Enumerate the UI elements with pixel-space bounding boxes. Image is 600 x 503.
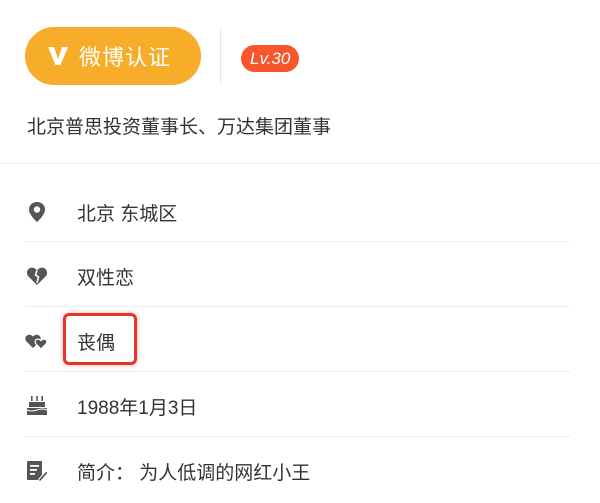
- weibo-verification-button[interactable]: 微博认证: [25, 27, 201, 85]
- relationship-heart-icon: [25, 329, 49, 353]
- level-badge[interactable]: Lv.30: [241, 45, 300, 72]
- info-row-birthday: 1988年1月3日: [25, 374, 570, 438]
- vertical-divider: [220, 28, 221, 84]
- birthday-cake-icon: [25, 394, 49, 418]
- row-divider: [25, 241, 570, 242]
- orientation-heart-icon: [25, 264, 49, 288]
- location-text: 北京 东城区: [77, 203, 178, 225]
- info-row-location: 北京 东城区: [25, 180, 570, 244]
- highlight-box: [63, 313, 137, 365]
- row-divider: [25, 306, 570, 307]
- verification-label: 微博认证: [79, 45, 172, 70]
- profile-description: 北京普思投资董事长、万达集团董事: [27, 117, 332, 138]
- row-divider: [25, 436, 570, 437]
- row-divider: [25, 371, 570, 372]
- intro-text: 简介： 为人低调的网红小王: [77, 462, 311, 484]
- info-row-intro: 简介： 为人低调的网红小王: [25, 439, 570, 503]
- info-row-orientation: 双性恋: [25, 244, 570, 308]
- birthday-text: 1988年1月3日: [77, 397, 198, 419]
- orientation-text: 双性恋: [77, 267, 135, 289]
- v-icon: [48, 47, 68, 65]
- intro-edit-icon: [25, 459, 49, 483]
- location-icon: [25, 200, 49, 224]
- section-divider: [0, 163, 600, 164]
